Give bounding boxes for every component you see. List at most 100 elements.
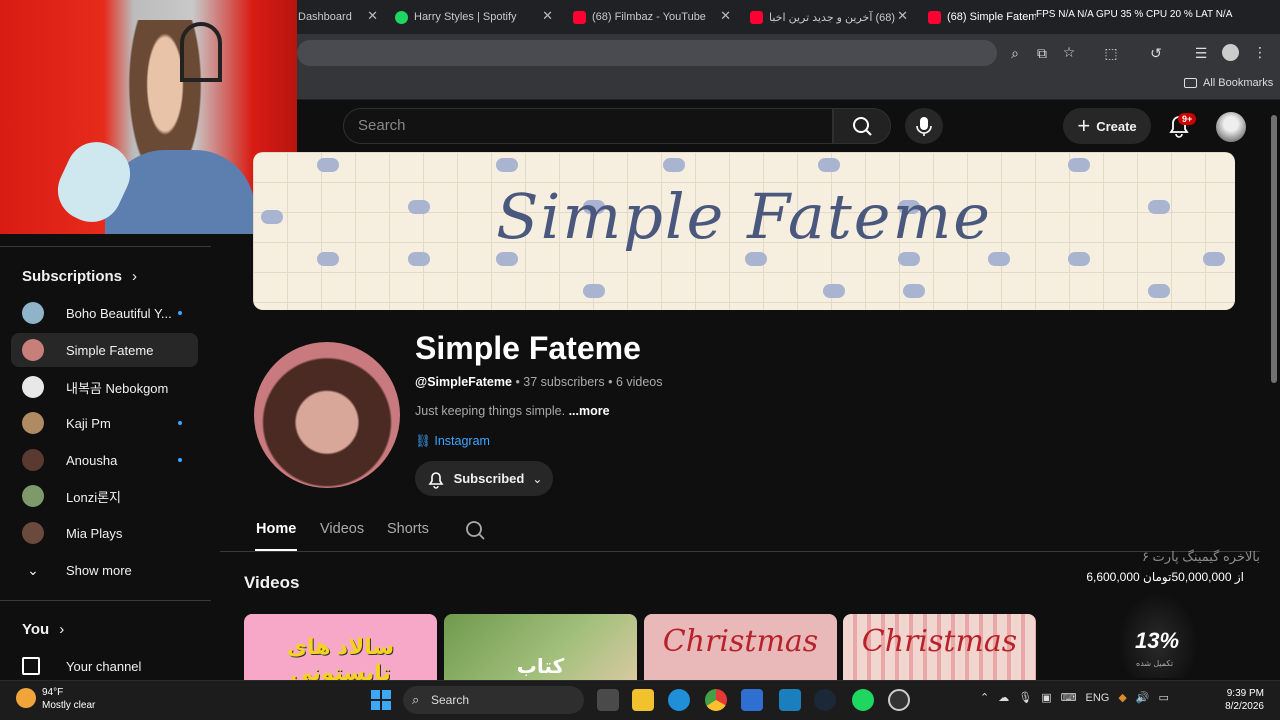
subscription-name: Lonzi론지 [66, 489, 121, 505]
subscription-name: Kaji Pm [66, 415, 111, 431]
app-icon[interactable] [779, 689, 801, 711]
close-icon[interactable]: ✕ [542, 8, 553, 24]
tab-spotify[interactable]: Harry Styles | Spotify ✕ [395, 6, 553, 28]
tab-shorts[interactable]: Shorts [387, 521, 429, 537]
description-text: Just keeping things simple. [415, 404, 566, 418]
store-icon[interactable] [741, 689, 763, 711]
tab-news[interactable]: (68) آخرین و جدید ترین اخبا ✕ [750, 6, 908, 28]
spotify-icon[interactable] [852, 689, 874, 711]
all-bookmarks[interactable]: All Bookmarks [1184, 77, 1273, 89]
show-more-button[interactable]: ⌄ Show more [11, 553, 198, 587]
task-view-icon[interactable] [597, 689, 619, 711]
zoom-icon[interactable]: ⌕ [1005, 45, 1025, 62]
thumbnail-text: سالاد های تابستونی [286, 634, 395, 680]
sidebar-subscription[interactable]: Anousha [11, 443, 198, 477]
sidebar-subscription[interactable]: Kaji Pm [11, 406, 198, 440]
thumbnail-text: Christmas [861, 624, 1018, 659]
thumbnail-text: کتاب [516, 656, 565, 678]
cloud-decoration [1148, 284, 1170, 298]
tab-filmbaz[interactable]: (68) Filmbaz - YouTube ✕ [573, 6, 731, 28]
create-label: Create [1096, 118, 1137, 134]
app-icon[interactable] [888, 689, 910, 711]
sidebar-subscription[interactable]: 내복곰 Nebokgom [11, 370, 198, 404]
voice-search-button[interactable] [905, 108, 943, 144]
profile-avatar[interactable] [1222, 44, 1239, 61]
chevron-down-icon: ⌄ [27, 561, 39, 578]
volume-icon[interactable]: 🔊 [1136, 691, 1150, 704]
cloud-decoration [903, 284, 925, 298]
steam-icon[interactable] [814, 689, 836, 711]
cloud-decoration [663, 158, 685, 172]
chrome-icon[interactable] [705, 689, 727, 711]
address-field[interactable] [297, 40, 997, 66]
cloud-decoration [496, 158, 518, 172]
language-indicator[interactable]: ENG [1085, 692, 1109, 704]
clock-time: 9:39 PM [1226, 688, 1264, 699]
battery-icon[interactable]: ▭ [1159, 691, 1169, 704]
search-button[interactable] [833, 108, 891, 144]
instagram-link[interactable]: ⛓ Instagram [415, 434, 490, 449]
reading-list-icon[interactable]: ☰ [1191, 45, 1211, 62]
weather-widget[interactable]: 94°F Mostly clear [16, 686, 95, 712]
sidebar-subscription[interactable]: Boho Beautiful Y... [11, 296, 198, 330]
channel-avatar [22, 339, 44, 361]
you-header[interactable]: You › [22, 621, 64, 638]
subscriptions-header[interactable]: Subscriptions › [22, 268, 137, 285]
tab-home[interactable]: Home [256, 521, 296, 537]
channel-avatar [22, 449, 44, 471]
install-icon[interactable]: ⧉ [1032, 45, 1052, 62]
taskbar-clock[interactable]: 9:39 PM 8/2/2026 [1216, 687, 1264, 713]
taskbar-search[interactable]: ⌕ Search [403, 686, 584, 714]
create-button[interactable]: + Create [1063, 108, 1151, 144]
tab-dashboard[interactable]: Dashboard ✕ [298, 6, 378, 28]
cloud-decoration [583, 284, 605, 298]
youtube-icon [573, 10, 586, 24]
video-count: 6 videos [615, 375, 663, 389]
channel-avatar-large [254, 342, 400, 488]
menu-icon[interactable]: ⋮ [1250, 44, 1270, 61]
tab-title: Harry Styles | Spotify [414, 11, 517, 23]
sidebar-subscription[interactable]: Mia Plays [11, 516, 198, 550]
link-icon: ⛓ [415, 434, 431, 448]
cloud-icon[interactable]: ☁ [998, 691, 1009, 704]
close-icon[interactable]: ✕ [367, 8, 378, 24]
channel-description[interactable]: Just keeping things simple. ...more [415, 404, 610, 418]
video-thumbnail[interactable]: سالاد های تابستونی [244, 614, 437, 680]
subscription-name: Mia Plays [66, 525, 123, 541]
tab-simple-fateme[interactable]: (68) Simple Fateme - You [928, 6, 1036, 28]
app-tray-icon[interactable]: ◆ [1118, 691, 1126, 704]
weather-icon [16, 688, 36, 708]
subscribed-button[interactable]: Subscribed ⌄ [415, 461, 553, 496]
extensions-icon[interactable]: ⬚ [1101, 45, 1121, 62]
cloud-decoration [408, 252, 430, 266]
new-content-dot [178, 421, 182, 425]
video-thumbnail[interactable]: کتاب [444, 614, 637, 680]
edge-icon[interactable] [668, 689, 690, 711]
file-explorer-icon[interactable] [632, 689, 654, 711]
search-icon[interactable] [463, 519, 487, 543]
more-link[interactable]: ...more [569, 404, 610, 418]
windows-start-icon[interactable] [371, 690, 391, 710]
video-thumbnail[interactable]: Christmas [644, 614, 837, 680]
channel-avatar [22, 522, 44, 544]
account-avatar[interactable] [1216, 112, 1246, 142]
sidebar-subscription[interactable]: Simple Fateme [11, 333, 198, 367]
microphone-icon [916, 117, 932, 136]
close-icon[interactable]: ✕ [897, 8, 908, 24]
chevron-up-icon[interactable]: ⌃ [980, 691, 989, 704]
bookmark-star-icon[interactable]: ☆ [1059, 44, 1079, 61]
keyboard-icon[interactable]: ⌨ [1061, 691, 1077, 704]
tab-videos[interactable]: Videos [320, 521, 364, 537]
history-icon[interactable]: ↺ [1146, 45, 1166, 62]
sidebar-subscription[interactable]: Lonzi론지 [11, 479, 198, 513]
camera-icon[interactable]: ▣ [1041, 691, 1051, 704]
microphone-icon[interactable]: 🎙 [1018, 691, 1032, 704]
your-channel-link[interactable]: Your channel [11, 649, 198, 683]
scrollbar-thumb[interactable] [1271, 115, 1277, 383]
search-input[interactable]: Search [343, 108, 833, 144]
video-thumbnail[interactable]: Christmas [843, 614, 1036, 680]
chevron-right-icon: › [59, 621, 65, 638]
videos-section-title: Videos [244, 573, 300, 592]
you-label: You [22, 621, 50, 638]
close-icon[interactable]: ✕ [720, 8, 731, 24]
